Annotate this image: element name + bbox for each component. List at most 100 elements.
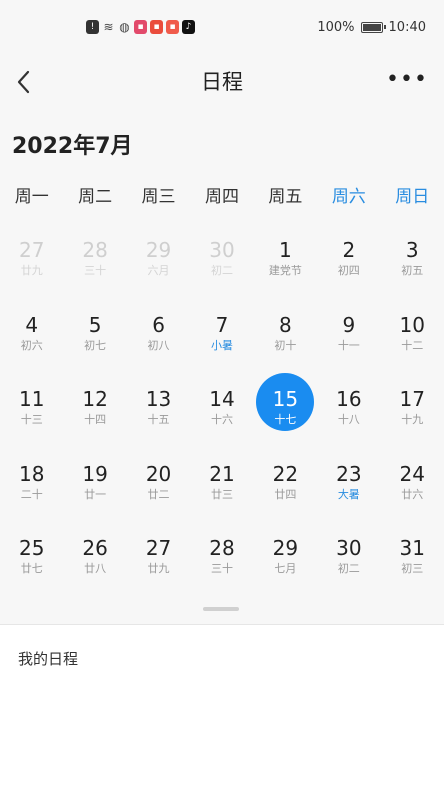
day-number: 27 [145, 536, 172, 560]
day-number: 19 [82, 461, 108, 486]
day-number: 16 [336, 387, 362, 411]
lunar-date: 初二 [337, 562, 360, 575]
month-title[interactable]: 2022年7月 [12, 128, 133, 160]
lunar-date: 初三 [401, 562, 424, 575]
wifi-icon: ≋ [103, 20, 114, 34]
day-number: 26 [82, 536, 108, 560]
calendar-day[interactable]: 2 初四 [317, 234, 380, 309]
calendar-grid: 27 廿九 28 三十 29 六月 30 初二 1 建党节 2 初四 3 初五 4 初六 5 初七 6 初八 7 小暑 8 初… [0, 234, 444, 607]
day-number: 6 [152, 312, 165, 337]
day-number: 30 [336, 536, 362, 560]
lunar-date: 初八 [147, 338, 170, 352]
calendar-day[interactable]: 29 六月 [127, 234, 190, 309]
calendar-day[interactable]: 14 十六 [190, 383, 253, 458]
calendar-day-selected[interactable]: 15 十七 [254, 373, 317, 458]
lunar-date: 廿四 [274, 487, 297, 501]
day-number: 28 [209, 536, 235, 560]
lunar-date: 廿六 [401, 487, 424, 501]
status-bar: ! ≋ ◍ ▪ ▪ ▪ ♪ 100% 10:40 [0, 16, 444, 42]
drag-handle[interactable] [203, 607, 239, 611]
day-number: 2 [342, 238, 356, 262]
notification-icons: ! ≋ ◍ ▪ ▪ ▪ ♪ [86, 20, 195, 34]
calendar-day[interactable]: 21 廿三 [190, 458, 253, 533]
calendar-day[interactable]: 6 初八 [127, 309, 190, 384]
calendar-day[interactable]: 24 廿六 [381, 458, 444, 533]
lunar-date: 三十 [84, 264, 107, 277]
lunar-date: 十一 [337, 338, 360, 352]
weekday-label: 周三 [141, 187, 176, 207]
alert-icon: ! [86, 20, 99, 34]
weekday-label: 周六 [331, 187, 366, 207]
calendar-day[interactable]: 31 初三 [381, 532, 444, 607]
calendar-day[interactable]: 22 廿四 [254, 458, 317, 533]
calendar-day[interactable]: 9 十一 [317, 309, 380, 384]
calendar-day[interactable]: 26 廿八 [63, 532, 126, 607]
calendar-day[interactable]: 30 初二 [190, 234, 253, 309]
day-number: 5 [88, 312, 102, 337]
calendar-day[interactable]: 30 初二 [317, 532, 380, 607]
calendar-day[interactable]: 28 三十 [63, 234, 126, 309]
calendar-day[interactable]: 10 十二 [381, 309, 444, 384]
more-options-button[interactable]: ••• [386, 64, 427, 100]
calendar-day[interactable]: 11 十三 [0, 383, 63, 458]
day-number: 18 [18, 461, 45, 486]
calendar-day[interactable]: 17 十九 [381, 383, 444, 458]
calendar-day[interactable]: 27 廿九 [127, 532, 190, 607]
lunar-date: 廿一 [84, 487, 107, 501]
lunar-date: 廿三 [210, 487, 233, 501]
lunar-date: 廿九 [147, 562, 170, 575]
calendar-week-row: 4 初六 5 初七 6 初八 7 小暑 8 初十 9 十一 10 十二 [0, 309, 444, 384]
day-number: 13 [145, 387, 172, 411]
page-title: 日程 [201, 70, 243, 94]
day-number: 7 [215, 312, 229, 337]
calendar-day[interactable]: 23 大暑 [317, 458, 380, 533]
day-number: 17 [399, 387, 425, 411]
app-icon: ▪ [134, 20, 147, 34]
calendar-day[interactable]: 13 十五 [127, 383, 190, 458]
tiktok-icon: ♪ [182, 20, 195, 34]
lunar-date: 初七 [84, 338, 107, 352]
lunar-date: 十九 [401, 413, 424, 426]
lunar-date: 廿八 [84, 562, 107, 575]
calendar-day[interactable]: 12 十四 [63, 383, 126, 458]
weekday-label: 周一 [14, 187, 49, 207]
calendar-day[interactable]: 18 二十 [0, 458, 63, 533]
battery-icon [360, 22, 386, 33]
calendar-day[interactable]: 8 初十 [254, 309, 317, 384]
divider [0, 624, 444, 625]
calendar-day[interactable]: 28 三十 [190, 532, 253, 607]
day-number: 25 [18, 536, 45, 560]
calendar-panel: ! ≋ ◍ ▪ ▪ ▪ ♪ 100% 10:40 日程 ••• 2022年7月 … [0, 0, 444, 624]
calendar-day[interactable]: 16 十八 [317, 383, 380, 458]
calendar-day[interactable]: 29 七月 [254, 532, 317, 607]
day-number: 12 [82, 387, 108, 411]
day-number: 11 [18, 387, 45, 411]
calendar-day[interactable]: 19 廿一 [63, 458, 126, 533]
lunar-date: 廿二 [147, 487, 170, 501]
calendar-day[interactable]: 4 初六 [0, 309, 63, 384]
calendar-day[interactable]: 7 小暑 [190, 309, 253, 384]
calendar-day[interactable]: 5 初七 [63, 309, 126, 384]
day-number: 21 [209, 461, 235, 486]
lunar-date: 十八 [337, 413, 360, 426]
lunar-date: 十四 [84, 413, 107, 426]
globe-icon: ◍ [119, 20, 130, 34]
lunar-date: 三十 [210, 562, 233, 575]
calendar-day[interactable]: 20 廿二 [127, 458, 190, 533]
app-icon: ▪ [166, 20, 179, 34]
calendar-day[interactable]: 1 建党节 [254, 234, 317, 309]
calendar-week-row: 27 廿九 28 三十 29 六月 30 初二 1 建党节 2 初四 3 初五 [0, 234, 444, 309]
app-icon: ▪ [150, 20, 163, 34]
calendar-day[interactable]: 25 廿七 [0, 532, 63, 607]
weekday-label: 周二 [78, 187, 113, 207]
calendar-day[interactable]: 3 初五 [381, 234, 444, 309]
day-number: 31 [399, 536, 425, 560]
lunar-date: 初十 [274, 338, 297, 352]
day-number: 24 [399, 461, 425, 486]
day-number: 20 [145, 461, 172, 486]
calendar-day[interactable]: 27 廿九 [0, 234, 63, 309]
battery-percent: 100% [317, 20, 355, 35]
lunar-date: 建党节 [268, 264, 302, 277]
day-number: 30 [209, 238, 235, 262]
lunar-date: 初四 [337, 264, 360, 277]
